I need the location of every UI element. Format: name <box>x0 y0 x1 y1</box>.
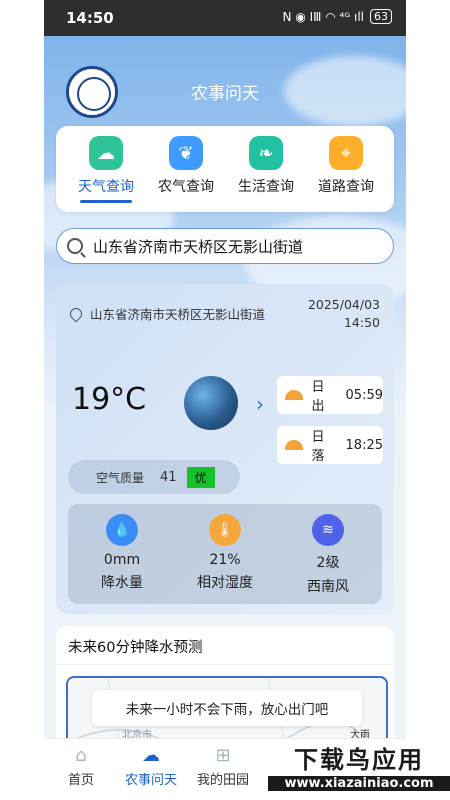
field-icon: ⊞ <box>215 744 231 766</box>
nav-label: 我的田园 <box>196 773 249 788</box>
sunset-label: 日落 <box>311 430 325 464</box>
nav-label: 农事问天 <box>124 773 177 788</box>
sunset-icon <box>285 440 304 450</box>
app-title: 农事问天 <box>191 84 259 104</box>
location-pin-icon <box>67 305 85 322</box>
nav-weather[interactable]: ☁ 农事问天 <box>116 744 186 789</box>
stat-value: 21% <box>209 552 241 568</box>
location-search-input[interactable]: 山东省济南市天桥区无影山街道 <box>56 228 394 264</box>
sunset-time: 18:25 <box>345 437 383 453</box>
raindrop-icon: 💧 <box>106 514 138 546</box>
tab-life-query[interactable]: ❧ 生活查询 <box>226 136 306 196</box>
nav-label: 首页 <box>67 773 94 788</box>
air-quality-pill: 空气质量 41 优 <box>68 460 240 494</box>
phone-screen: 14:50 N ◉ ⅠⅢ ◠ ⁴ᴳ ıll 63 农事问天 ☁ 天气查询 ❦ 农… <box>44 0 406 800</box>
weather-card: 山东省济南市天桥区无影山街道 2025/04/03 14:50 19°C › 日… <box>56 284 394 614</box>
stat-humidity: 🌡 21% 相对湿度 <box>175 514 275 592</box>
search-icon <box>67 238 83 254</box>
globe-weather-icon <box>184 376 238 430</box>
stat-value: 0mm <box>103 552 141 568</box>
divider <box>56 664 394 665</box>
sunrise-label: 日出 <box>311 380 325 414</box>
cloud-icon: ☁ <box>89 136 123 170</box>
tab-road-query[interactable]: ⌖ 道路查询 <box>306 136 386 196</box>
tab-weather-query[interactable]: ☁ 天气查询 <box>66 136 146 203</box>
sunrise-box: 日出 05:59 <box>277 376 383 414</box>
chevron-right-icon[interactable]: › <box>256 392 264 416</box>
tab-label: 生活查询 <box>238 179 294 195</box>
temperature: 19°C <box>72 382 147 417</box>
nav-my-field[interactable]: ⊞ 我的田园 <box>188 744 258 789</box>
location-row: 山东省济南市天桥区无影山街道 <box>67 304 266 323</box>
sprout-icon: ❦ <box>169 136 203 170</box>
time-text: 14:50 <box>343 315 380 330</box>
stat-label: 相对湿度 <box>197 575 253 591</box>
stat-precipitation: 💧 0mm 降水量 <box>72 514 172 592</box>
tab-label: 道路查询 <box>318 179 374 195</box>
watermark-url: www.xiazainiao.com <box>268 776 450 791</box>
battery-icon: 63 <box>370 9 392 24</box>
stat-wind: ≋ 2级 西南风 <box>278 514 378 596</box>
location-text: 山东省济南市天桥区无影山街道 <box>90 307 266 322</box>
nav-home[interactable]: ⌂ 首页 <box>46 744 116 789</box>
home-icon: ⌂ <box>75 744 87 766</box>
weather-chart-icon: ☁ <box>142 744 160 766</box>
watermark: 下载鸟应用 www.xiazainiao.com <box>268 736 450 800</box>
sunrise-time: 05:59 <box>345 387 383 403</box>
weather-stats: 💧 0mm 降水量 🌡 21% 相对湿度 ≋ 2级 西南风 <box>68 504 382 604</box>
aqi-label: 空气质量 <box>96 470 145 485</box>
status-time: 14:50 <box>66 9 114 27</box>
datetime: 2025/04/03 14:50 <box>308 296 380 332</box>
leaf-icon: ❧ <box>249 136 283 170</box>
status-icons: N ◉ ⅠⅢ ◠ ⁴ᴳ ıll 63 <box>283 9 392 24</box>
wind-icon: ≋ <box>312 514 344 546</box>
tab-active-indicator <box>80 200 132 203</box>
watermark-logo: 下载鸟应用 <box>294 746 424 774</box>
forecast-message: 未来一小时不会下雨，放心出门吧 <box>92 690 362 726</box>
stat-value: 2级 <box>316 555 340 571</box>
map-pin-icon: ⌖ <box>329 136 363 170</box>
query-tabs: ☁ 天气查询 ❦ 农气查询 ❧ 生活查询 ⌖ 道路查询 <box>56 126 394 212</box>
stat-label: 降水量 <box>101 575 143 591</box>
status-bar: 14:50 N ◉ ⅠⅢ ◠ ⁴ᴳ ıll 63 <box>44 0 406 36</box>
stat-label: 西南风 <box>307 579 349 595</box>
aqi-level-badge: 优 <box>186 466 215 488</box>
sunset-box: 日落 18:25 <box>277 426 383 464</box>
tab-agro-weather-query[interactable]: ❦ 农气查询 <box>146 136 226 196</box>
search-value: 山东省济南市天桥区无影山街道 <box>93 237 304 256</box>
forecast-title: 未来60分钟降水预测 <box>68 640 203 656</box>
sunrise-icon <box>285 390 304 400</box>
signal-icons: N ◉ ⅠⅢ ◠ ⁴ᴳ ıll <box>282 9 364 24</box>
tab-label: 天气查询 <box>78 179 134 195</box>
tab-label: 农气查询 <box>158 179 214 195</box>
aqi-value: 41 <box>160 469 177 485</box>
thermometer-icon: 🌡 <box>209 514 241 546</box>
date-text: 2025/04/03 <box>307 297 380 312</box>
